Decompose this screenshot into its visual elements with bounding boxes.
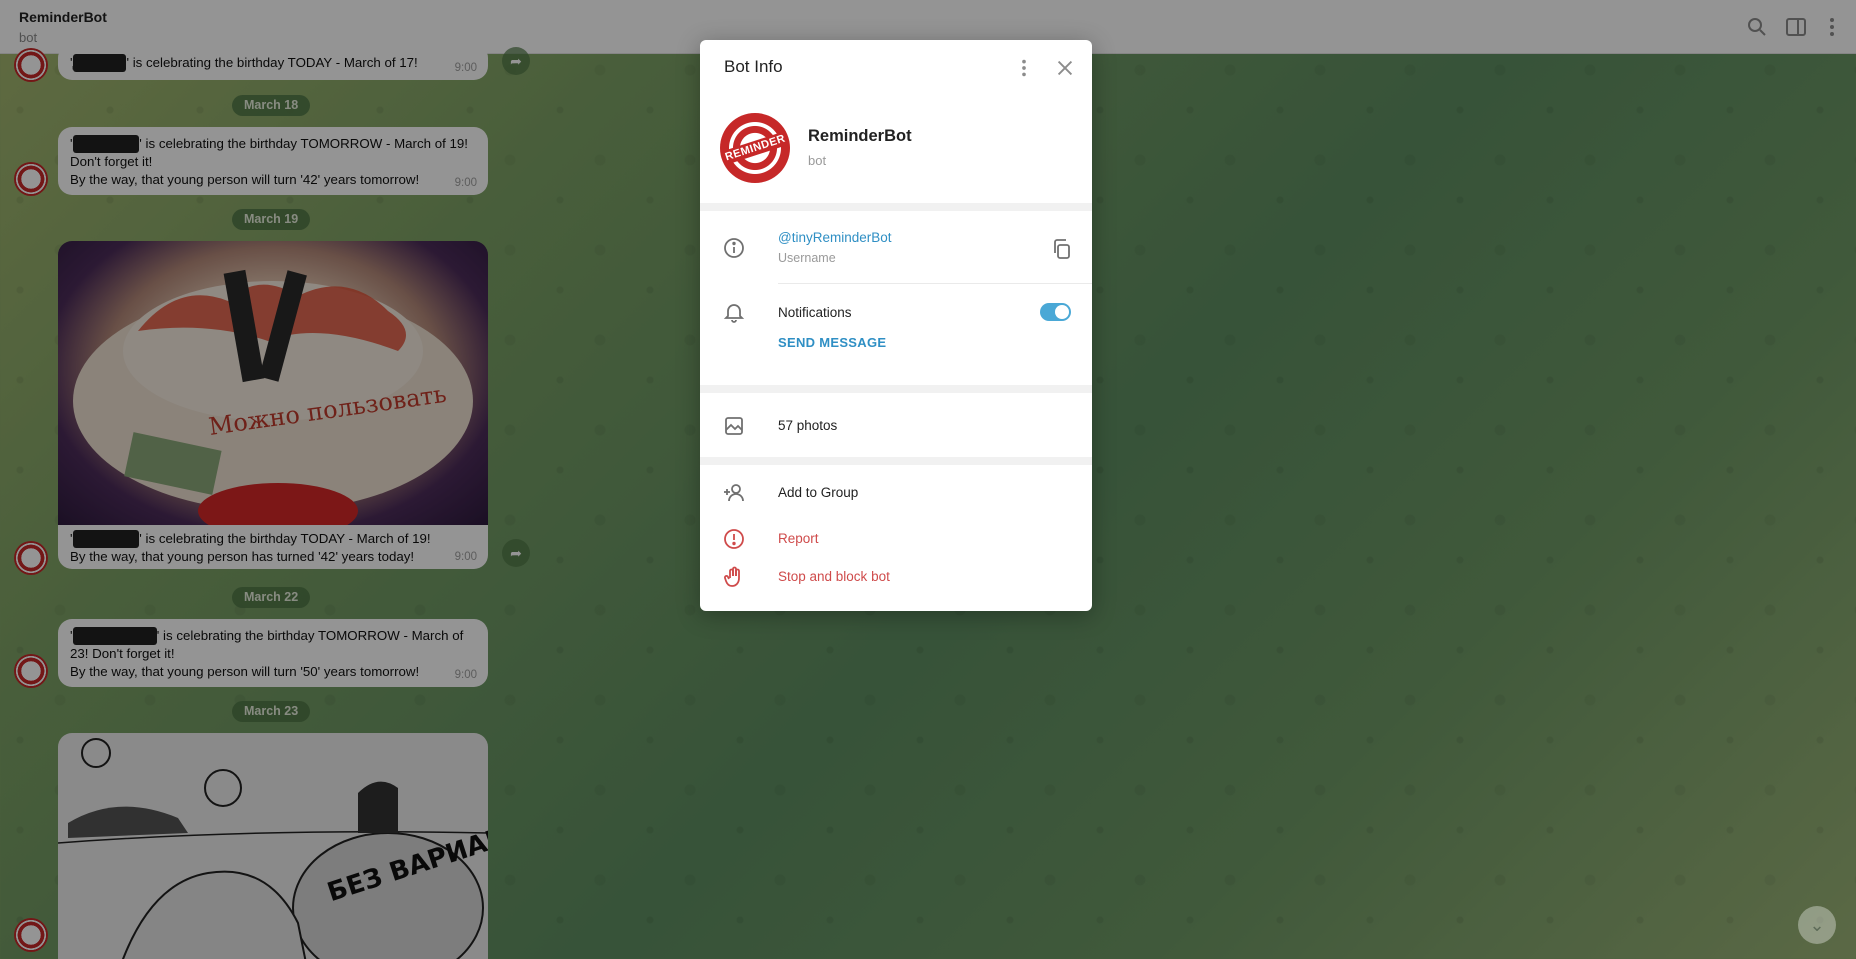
dialog-title: Bot Info <box>724 57 783 76</box>
send-message-button[interactable]: SEND MESSAGE <box>778 335 886 350</box>
add-user-icon <box>722 481 746 505</box>
section-divider <box>700 457 1092 465</box>
username-link[interactable]: @tinyReminderBot <box>778 230 892 245</box>
notifications-toggle[interactable] <box>1040 303 1071 321</box>
section-divider <box>700 385 1092 393</box>
notifications-label: Notifications <box>778 305 852 320</box>
info-icon <box>722 236 746 260</box>
copy-icon[interactable] <box>1050 237 1072 259</box>
bot-info-dialog: Bot Info REMINDER ReminderBot bot @tinyR… <box>700 40 1092 611</box>
close-icon[interactable] <box>1054 57 1076 79</box>
username-label: Username <box>778 251 836 265</box>
report-item[interactable]: Report <box>778 531 819 546</box>
add-to-group-item[interactable]: Add to Group <box>778 485 858 500</box>
bot-status: bot <box>808 153 827 168</box>
stop-block-bot-item[interactable]: Stop and block bot <box>778 569 890 584</box>
photos-item[interactable]: 57 photos <box>778 418 837 433</box>
row-divider <box>778 283 1092 284</box>
section-divider <box>700 203 1092 211</box>
photo-icon <box>722 414 746 438</box>
bot-avatar[interactable]: REMINDER <box>720 113 790 183</box>
chevron-down-icon[interactable]: ⌄ <box>1798 906 1836 944</box>
avatar-logo-text: REMINDER <box>721 131 789 165</box>
bell-icon <box>722 300 746 324</box>
more-vertical-icon[interactable] <box>1013 57 1035 79</box>
report-icon <box>722 527 746 551</box>
hand-stop-icon <box>722 565 746 589</box>
bot-name: ReminderBot <box>808 127 912 145</box>
